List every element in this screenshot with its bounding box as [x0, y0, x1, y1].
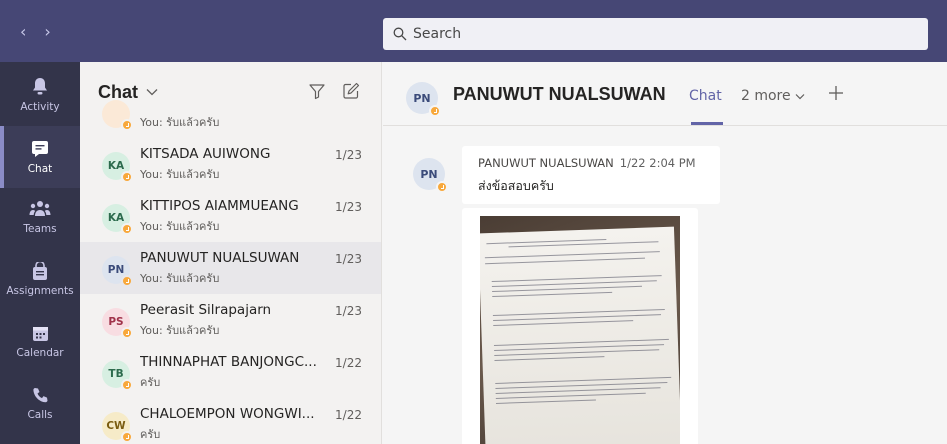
message-meta: PANUWUT NUALSUWAN 1/22 2:04 PM [478, 156, 704, 170]
top-bar: ‹ › Search [0, 0, 947, 62]
avatar: CW [102, 412, 133, 443]
calendar-icon [32, 323, 49, 343]
chat-preview: You: รับแล้วครับ [140, 116, 220, 129]
chat-preview: ครับ [140, 376, 161, 389]
rail-label: Teams [23, 223, 57, 235]
away-status-icon [121, 327, 133, 339]
chat-list-item[interactable]: TB THINNAPHAT BANJONGC... ครับ 1/22 [80, 346, 381, 398]
bell-icon [31, 77, 49, 97]
chat-date: 1/23 [335, 148, 362, 162]
tab-more-dropdown[interactable]: 2 more [741, 88, 805, 104]
message-attachment[interactable] [462, 208, 698, 444]
chat-list: You: รับแล้วครับ KA KITSADA AUIWONG You:… [80, 100, 381, 444]
rail-label: Chat [27, 163, 53, 175]
away-status-icon [121, 379, 133, 391]
message-text: ส่งข้อสอบครับ [478, 178, 554, 193]
away-status-icon [121, 223, 133, 235]
teams-icon [29, 199, 51, 219]
conversation-pane: PN PANUWUT NUALSUWAN Chat 2 more PN PANU… [383, 62, 947, 444]
rail-calendar[interactable]: Calendar [0, 310, 80, 372]
history-nav: ‹ › [20, 22, 51, 41]
chat-list-item[interactable]: PS Peerasit Silrapajarn You: รับแล้วครับ… [80, 294, 381, 346]
rail-teams[interactable]: Teams [0, 186, 80, 248]
chat-date: 1/22 [335, 408, 362, 422]
away-status-icon [121, 431, 133, 443]
chat-date: 1/23 [335, 252, 362, 266]
chat-name: PANUWUT NUALSUWAN [140, 250, 300, 266]
chat-list-item[interactable]: You: รับแล้วครับ [80, 86, 381, 138]
chat-preview: ครับ [140, 428, 161, 441]
chat-name: THINNAPHAT BANJONGC... [140, 354, 317, 370]
rail-label: Calls [27, 409, 53, 421]
avatar: KA [102, 152, 133, 183]
back-arrow-icon[interactable]: ‹ [20, 22, 26, 41]
search-input[interactable]: Search [383, 18, 928, 50]
avatar: PS [102, 308, 133, 339]
chat-date: 1/22 [335, 356, 362, 370]
chat-preview: You: รับแล้วครับ [140, 272, 220, 285]
assignments-icon [32, 261, 48, 281]
chat-date: 1/23 [335, 200, 362, 214]
chat-preview: You: รับแล้วครับ [140, 168, 220, 181]
attachment-photo[interactable] [480, 216, 680, 444]
away-status-icon [121, 119, 133, 131]
chat-list-item[interactable]: KA KITTIPOS AIAMMUEANG You: รับแล้วครับ … [80, 190, 381, 242]
chat-list-item-selected[interactable]: PN PANUWUT NUALSUWAN You: รับแล้วครับ 1/… [80, 242, 381, 294]
add-tab-icon[interactable] [828, 82, 844, 106]
chat-list-item[interactable]: KA KITSADA AUIWONG You: รับแล้วครับ 1/23 [80, 138, 381, 190]
chat-name: KITSADA AUIWONG [140, 146, 271, 162]
chat-name: KITTIPOS AIAMMUEANG [140, 198, 299, 214]
chevron-down-icon [795, 94, 805, 100]
rail-label: Activity [20, 101, 60, 113]
rail-label: Calendar [16, 347, 64, 359]
rail-assignments[interactable]: Assignments [0, 248, 80, 310]
tab-more-label: 2 more [741, 88, 791, 104]
avatar: TB [102, 360, 133, 391]
avatar: KA [102, 204, 133, 235]
search-placeholder: Search [413, 26, 462, 42]
app-bar: Activity Chat Teams Assignments Calendar… [0, 62, 80, 444]
chat-icon [31, 139, 49, 159]
exam-paper-image [480, 226, 680, 444]
away-status-icon [121, 275, 133, 287]
avatar[interactable]: PN [413, 158, 448, 193]
away-status-icon [121, 171, 133, 183]
avatar: PN [102, 256, 133, 287]
chat-name: CHALOEMPON WONGWI... [140, 406, 315, 422]
chat-list-item[interactable]: CW CHALOEMPON WONGWI... ครับ 1/22 [80, 398, 381, 444]
rail-label: Assignments [6, 285, 74, 297]
away-status-icon [429, 105, 441, 117]
message-sender: PANUWUT NUALSUWAN [478, 156, 614, 170]
chat-name: Peerasit Silrapajarn [140, 302, 272, 318]
chat-preview: You: รับแล้วครับ [140, 220, 220, 233]
rail-chat[interactable]: Chat [0, 126, 80, 188]
conversation-header: PN PANUWUT NUALSUWAN Chat 2 more [383, 62, 947, 126]
rail-activity[interactable]: Activity [0, 64, 80, 126]
avatar[interactable]: PN [406, 82, 441, 117]
active-tab-indicator [691, 122, 723, 125]
message-bubble[interactable]: PANUWUT NUALSUWAN 1/22 2:04 PM ส่งข้อสอบค… [462, 146, 720, 204]
forward-arrow-icon[interactable]: › [44, 22, 50, 41]
search-icon [393, 27, 407, 41]
phone-icon [32, 385, 49, 405]
conversation-title: PANUWUT NUALSUWAN [453, 84, 666, 104]
avatar [102, 100, 133, 131]
rail-calls[interactable]: Calls [0, 372, 80, 434]
tab-chat[interactable]: Chat [689, 88, 722, 104]
chat-list-panel: Chat You: รับแล้วครับ KA KITSADA AUIWONG… [80, 62, 382, 444]
chat-preview: You: รับแล้วครับ [140, 324, 220, 337]
away-status-icon [436, 181, 448, 193]
message-timestamp: 1/22 2:04 PM [619, 156, 696, 170]
chat-date: 1/23 [335, 304, 362, 318]
